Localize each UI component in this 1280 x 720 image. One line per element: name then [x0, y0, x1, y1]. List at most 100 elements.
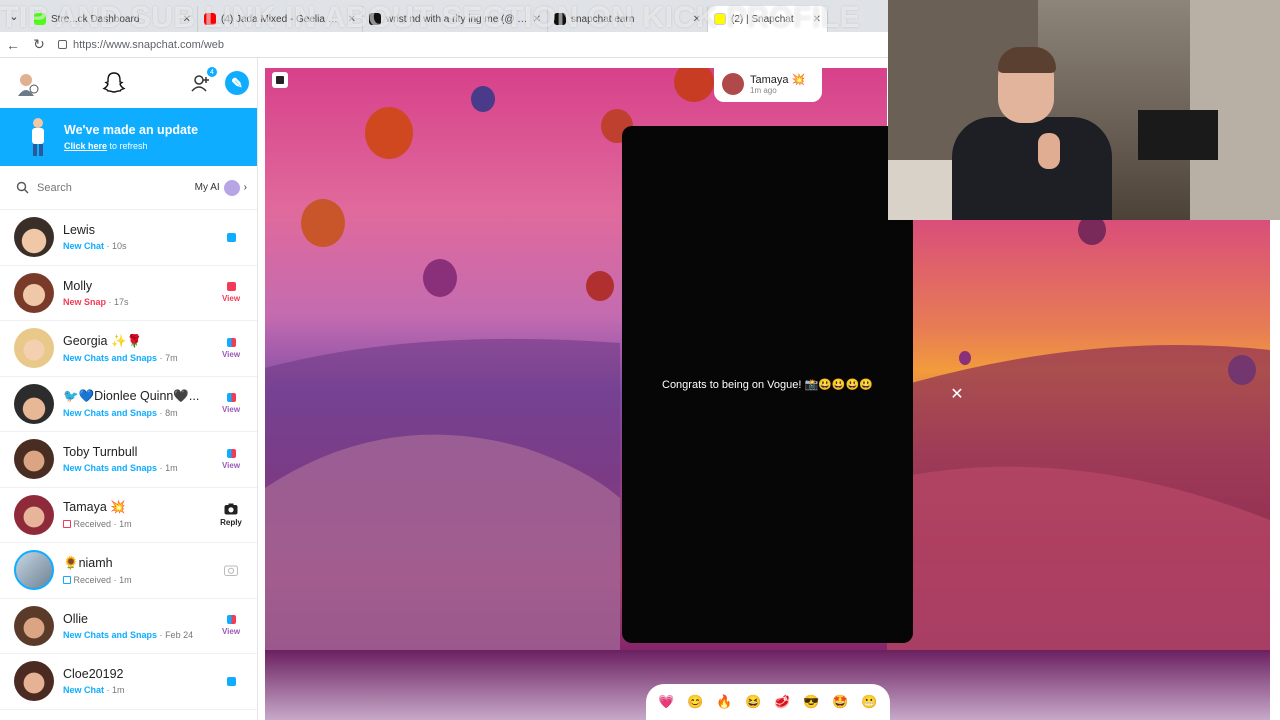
story-owner-avatar — [722, 73, 744, 95]
tab-title: wrist nd with a rity ing me (@ wei — [386, 13, 528, 25]
story-viewer[interactable]: Congrats to being on Vogue! 📸😃😃😃😃 — [622, 126, 913, 643]
reaction-bar: 💗 😊 🔥 😆 🥩 😎 🤩 😬 — [646, 684, 890, 720]
reaction-button[interactable]: 😆 — [743, 691, 765, 713]
url-field[interactable]: https://www.snapchat.com/web — [58, 39, 224, 51]
search-icon — [16, 181, 29, 194]
chat-status: New Snap · 17s — [63, 297, 215, 307]
chat-row[interactable]: 🐦💙Dionlee Quinn🖤... New Chats and Snaps … — [0, 377, 257, 432]
story-time: 1m ago — [750, 86, 777, 95]
view-snap-button[interactable]: View — [215, 337, 247, 359]
close-tab-icon[interactable]: ✕ — [813, 14, 821, 25]
tab-favicon-icon — [554, 13, 566, 25]
add-friend-button[interactable]: 4 — [187, 67, 217, 97]
chat-row[interactable]: 🌻niamh Received · 1m — [0, 543, 257, 599]
browser-tab[interactable]: (4) Jada Mixed - Geelia Dean ✕ — [198, 6, 363, 32]
chat-row[interactable]: Cloe20192 New Chat · 1m — [0, 654, 257, 710]
chat-status: New Chat · 10s — [63, 241, 215, 251]
reaction-button[interactable]: 🥩 — [772, 691, 794, 713]
status-text: New Chats and Snaps — [63, 463, 158, 474]
snap-indicator-icon — [226, 282, 236, 292]
status-separator: · — [106, 685, 110, 696]
my-ai-button[interactable]: My AI › — [194, 179, 247, 196]
update-title: We've made an update — [64, 123, 199, 137]
received-snap-icon — [63, 520, 71, 529]
status-text: New Chat — [63, 685, 105, 696]
chat-action[interactable] — [215, 676, 247, 686]
new-chat-icon: ✎ — [231, 74, 243, 91]
chat-status: New Chats and Snaps · 7m — [63, 353, 215, 363]
search-row: My AI › — [0, 166, 257, 210]
reaction-button[interactable]: 🤩 — [830, 691, 852, 713]
chat-indicator-icon — [226, 676, 236, 686]
browser-tab-active[interactable]: (2) | Snapchat ✕ — [708, 6, 828, 32]
browser-tab[interactable]: snapchat earn ✕ — [548, 6, 708, 32]
reaction-button[interactable]: 😊 — [685, 691, 707, 713]
reply-button[interactable]: Reply — [215, 503, 247, 527]
tab-favicon-icon — [204, 13, 216, 25]
bitmoji-update-icon — [32, 118, 44, 156]
refresh-link[interactable]: Click here — [64, 141, 107, 151]
close-tab-icon[interactable]: ✕ — [348, 14, 356, 25]
action-label: View — [221, 294, 241, 304]
screen: ⌄ Stre...ck Dashboard ✕ (4) Jada Mixed -… — [0, 0, 1280, 720]
update-banner[interactable]: We've made an update Click here to refre… — [0, 108, 257, 166]
reaction-button[interactable]: 💗 — [656, 691, 678, 713]
site-info-icon[interactable] — [58, 40, 67, 49]
mixed-indicator-icon — [226, 393, 236, 403]
tab-title: snapchat earn — [571, 13, 635, 25]
close-tab-icon[interactable]: ✕ — [533, 14, 541, 25]
chat-row[interactable]: Ollie New Chats and Snaps · Feb 24 View — [0, 599, 257, 654]
view-snap-button[interactable]: View — [215, 282, 247, 303]
tab-favicon-icon — [369, 13, 381, 25]
reaction-button[interactable]: 😎 — [801, 691, 823, 713]
view-snap-button[interactable]: View — [215, 393, 247, 414]
new-chat-button[interactable]: ✎ — [225, 71, 249, 95]
status-text: New Chats and Snaps — [63, 408, 158, 419]
streamer-hair — [998, 47, 1056, 73]
view-snap-button[interactable]: View — [215, 448, 247, 470]
status-separator: · — [159, 629, 163, 640]
story-owner-info: Tamaya 💥 1m ago — [750, 73, 805, 95]
status-time: 7m — [165, 352, 178, 363]
close-story-icon[interactable]: ✕ — [948, 386, 966, 404]
chat-row[interactable]: Georgia ✨🌹 New Chats and Snaps · 7m View — [0, 321, 257, 377]
tab-favicon-icon — [34, 13, 46, 25]
status-separator: · — [159, 463, 163, 474]
chat-row[interactable]: Tamaya 💥 Received · 1m Reply — [0, 488, 257, 543]
tab-title: (2) | Snapchat — [731, 13, 794, 25]
chevron-right-icon: › — [243, 182, 247, 193]
reaction-button[interactable]: 🔥 — [714, 691, 736, 713]
back-arrow-icon[interactable]: ← — [0, 32, 26, 58]
camera-button[interactable] — [215, 564, 247, 577]
status-separator: · — [159, 408, 163, 419]
chat-name: Cloe20192 — [63, 667, 124, 682]
chat-name: Georgia ✨🌹 — [63, 333, 143, 348]
chat-row[interactable]: Molly New Snap · 17s View — [0, 266, 257, 321]
search-input[interactable] — [37, 181, 187, 194]
status-time: 1m — [119, 574, 132, 585]
my-ai-label: My AI — [194, 182, 220, 193]
chat-body: 🌻niamh Received · 1m — [63, 556, 215, 585]
reload-icon[interactable]: ↻ — [26, 32, 52, 58]
update-text: We've made an update Click here to refre… — [64, 123, 198, 151]
story-background-right — [887, 215, 1270, 650]
browser-tab[interactable]: Stre...ck Dashboard ✕ — [28, 6, 198, 32]
reaction-button[interactable]: 😬 — [859, 691, 881, 713]
chat-row[interactable]: Lewis New Chat · 10s — [0, 210, 257, 266]
tab-list-icon[interactable]: ⌄ — [0, 0, 28, 32]
view-snap-button[interactable]: View — [215, 615, 247, 636]
browser-tab[interactable]: wrist nd with a rity ing me (@ wei ✕ — [363, 6, 548, 32]
chat-body: Ollie New Chats and Snaps · Feb 24 — [63, 612, 215, 640]
status-time: 1m — [112, 685, 125, 696]
chat-action[interactable] — [215, 232, 247, 242]
close-tab-icon[interactable]: ✕ — [693, 14, 701, 25]
room-tv — [1138, 110, 1218, 160]
header-actions: 4 ✎ — [187, 67, 249, 97]
stop-icon[interactable] — [272, 72, 288, 88]
chat-row[interactable]: Toby Turnbull New Chats and Snaps · 1m V… — [0, 432, 257, 488]
status-text: Received — [73, 519, 112, 530]
close-tab-icon[interactable]: ✕ — [183, 14, 191, 25]
story-owner-card[interactable]: Tamaya 💥 1m ago — [714, 66, 822, 102]
avatar — [14, 661, 54, 702]
profile-avatar[interactable] — [12, 69, 40, 97]
